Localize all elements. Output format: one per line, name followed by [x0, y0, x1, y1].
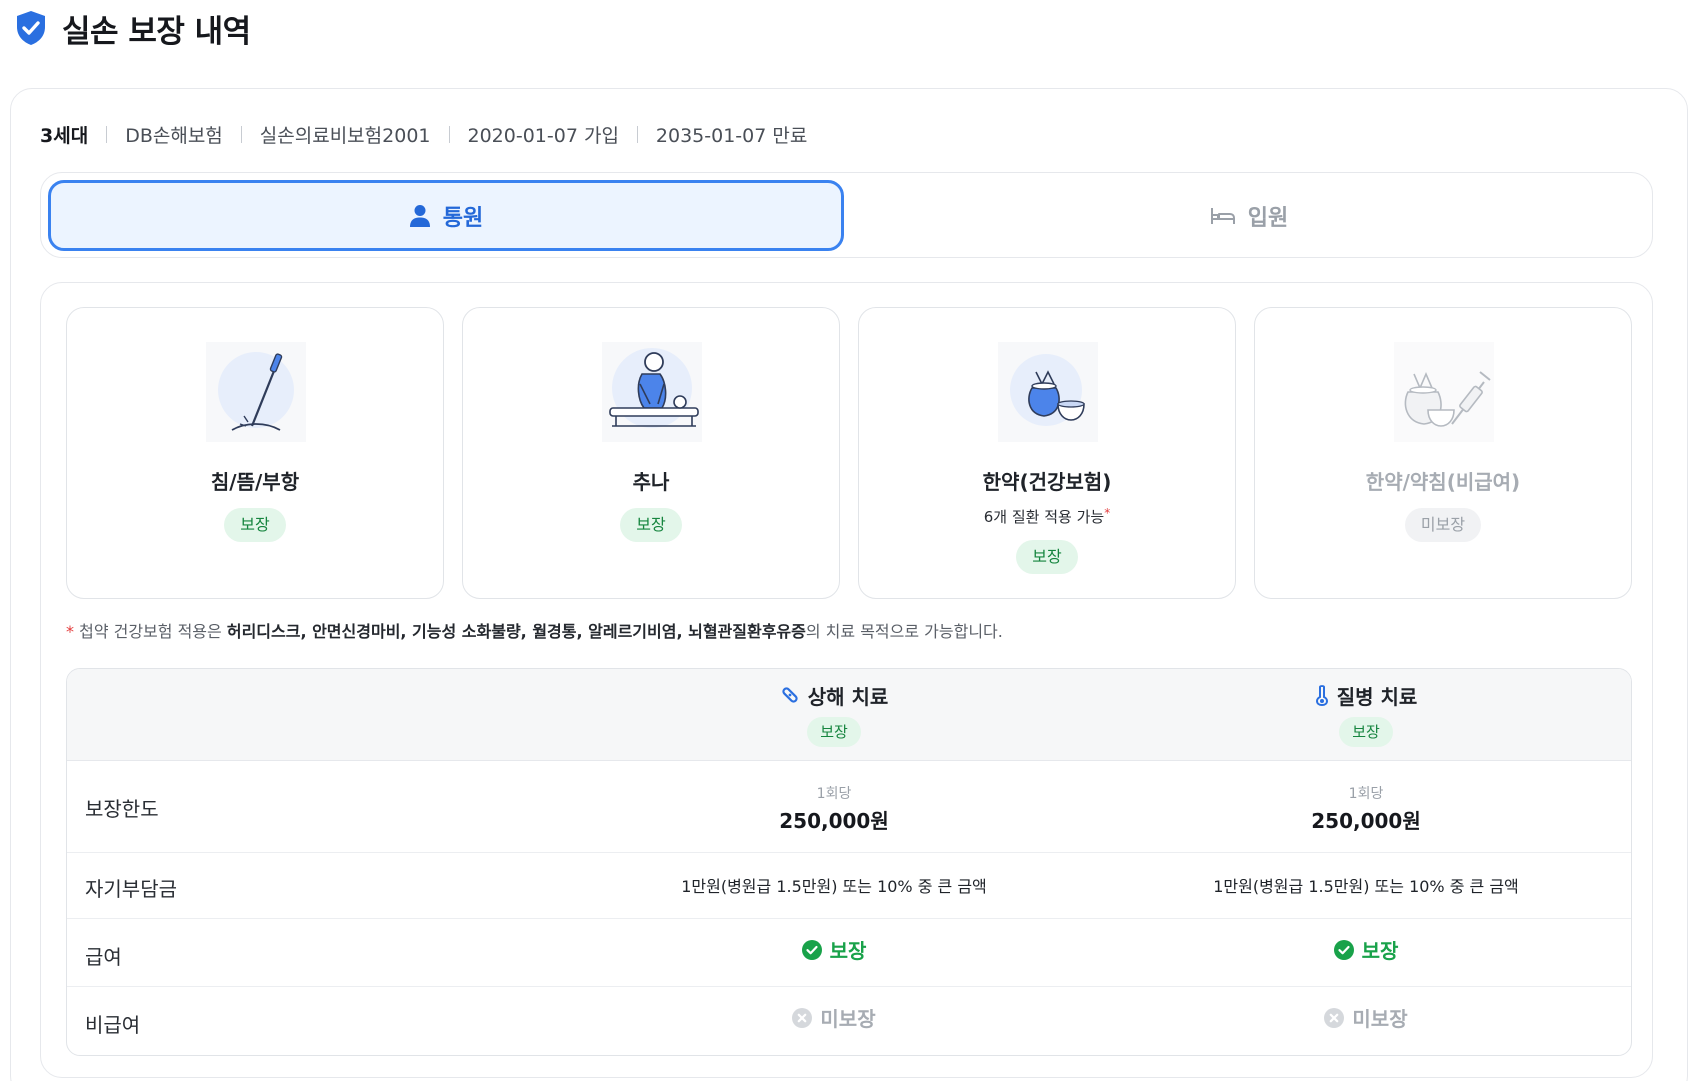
footnote-diseases: 허리디스크, 안면신경마비, 기능성 소화불량, 월경통, 알레르기비염, 뇌혈… [226, 622, 806, 641]
treatment-card-herbal-insured: 한약(건강보험) 6개 질환 적용 가능* 보장 [858, 307, 1236, 599]
herbal-medicine-bag-icon [998, 342, 1098, 442]
care-type-tabs: 통원 입원 [40, 172, 1653, 258]
policy-meta: 3세대 DB손해보험 실손의료비보험2001 2020-01-07 가입 203… [40, 120, 807, 148]
cell-disease-noncovered: 미보장 [1106, 1003, 1626, 1032]
footnote-prefix: 첩약 건강보험 적용은 [79, 622, 222, 641]
policy-insurer: DB손해보험 [125, 124, 223, 147]
divider [106, 125, 108, 143]
policy-product: 실손의료비보험2001 [259, 124, 431, 147]
policy-generation: 3세대 [40, 124, 89, 147]
column-label: 상해 치료 [807, 684, 889, 709]
cell-injury-limit: 1회당 250,000원 [574, 783, 1094, 834]
limit-amount: 250,000원 [1311, 809, 1421, 833]
check-circle-icon [1333, 939, 1354, 960]
footnote-suffix: 의 치료 목적으로 가능합니다. [805, 622, 1003, 641]
page-header: 실손 보장 내역 [14, 6, 251, 50]
status-badge: 미보장 [1404, 508, 1482, 542]
footnote-mark: * [66, 622, 74, 641]
policy-join-date: 2020-01-07 가입 [467, 124, 619, 147]
table-row-limit: 보장한도 1회당 250,000원 1회당 250,000원 [67, 761, 1631, 853]
treatment-note-text: 6개 질환 적용 가능 [983, 508, 1105, 526]
chuna-massage-icon [602, 342, 702, 442]
row-label: 보장한도 [85, 797, 159, 821]
cell-injury-deductible: 1만원(병원급 1.5만원) 또는 10% 중 큰 금액 [681, 877, 987, 896]
column-label: 질병 치료 [1336, 684, 1418, 709]
tab-label: 통원 [442, 205, 484, 231]
per-visit-label: 1회당 [1348, 786, 1384, 802]
status-badge: 보장 [1016, 540, 1078, 574]
table-row-noncovered: 비급여 미보장 미보장 [67, 987, 1631, 1055]
tab-label: 입원 [1247, 205, 1289, 231]
treatment-card-chuna: 추나 보장 [462, 307, 840, 599]
cell-disease-covered: 보장 [1106, 935, 1626, 964]
treatment-card-acupuncture: 침/뜸/부항 보장 [66, 307, 444, 599]
tab-inpatient[interactable]: 입원 [851, 180, 1647, 251]
divider [636, 125, 638, 143]
status-text: 보장 [1361, 939, 1399, 963]
column-header-injury: 상해 치료 보장 [624, 681, 1044, 747]
cell-injury-noncovered: 미보장 [574, 1003, 1094, 1032]
herbal-injection-icon [1394, 342, 1494, 442]
check-circle-icon [801, 939, 822, 960]
treatment-name: 추나 [632, 470, 670, 494]
table-row-deductible: 자기부담금 1만원(병원급 1.5만원) 또는 10% 중 큰 금액 1만원(병… [67, 853, 1631, 919]
status-badge: 보장 [807, 717, 861, 747]
thermometer-icon [1315, 685, 1328, 706]
table-row-covered: 급여 보장 보장 [67, 919, 1631, 987]
status-text: 보장 [829, 939, 867, 963]
acupuncture-needle-icon [206, 342, 306, 442]
limit-amount: 250,000원 [779, 809, 889, 833]
status-badge: 보장 [1339, 717, 1393, 747]
treatment-name: 한약(건강보험) [982, 470, 1112, 494]
cell-injury-covered: 보장 [574, 935, 1094, 964]
x-circle-icon [792, 1007, 813, 1028]
table-header: 상해 치료 보장 질병 치료 보장 [67, 669, 1631, 761]
treatment-note: 6개 질환 적용 가능* [859, 506, 1235, 527]
treatment-name: 한약/약침(비급여) [1365, 470, 1521, 494]
row-label: 자기부담금 [85, 877, 177, 901]
per-visit-label: 1회당 [816, 786, 852, 802]
bed-icon [1210, 207, 1235, 224]
footnote-mark: * [1104, 506, 1111, 520]
x-circle-icon [1324, 1007, 1345, 1028]
coverage-table: 상해 치료 보장 질병 치료 보장 보장한도 1회당 250,000원 1회당 … [66, 668, 1632, 1056]
status-badge: 보장 [224, 508, 286, 542]
cell-disease-deductible: 1만원(병원급 1.5만원) 또는 10% 중 큰 금액 [1213, 877, 1519, 896]
row-label: 비급여 [85, 1013, 141, 1037]
page-title: 실손 보장 내역 [62, 13, 251, 50]
status-text: 미보장 [1352, 1007, 1408, 1031]
policy-expire-date: 2035-01-07 만료 [655, 124, 808, 147]
cell-disease-limit: 1회당 250,000원 [1106, 783, 1626, 834]
divider [448, 125, 450, 143]
herbal-footnote: * 첩약 건강보험 적용은 허리디스크, 안면신경마비, 기능성 소화불량, 월… [66, 618, 1003, 642]
divider [240, 125, 242, 143]
tab-outpatient[interactable]: 통원 [48, 180, 844, 251]
column-header-disease: 질병 치료 보장 [1156, 681, 1576, 747]
shield-check-icon [17, 11, 45, 45]
person-icon [409, 204, 430, 227]
treatment-name: 침/뜸/부항 [210, 470, 300, 494]
status-text: 미보장 [820, 1007, 876, 1031]
bandage-icon [782, 687, 798, 703]
treatment-card-herbal-noncovered: 한약/약침(비급여) 미보장 [1254, 307, 1632, 599]
status-badge: 보장 [620, 508, 682, 542]
row-label: 급여 [85, 945, 122, 969]
